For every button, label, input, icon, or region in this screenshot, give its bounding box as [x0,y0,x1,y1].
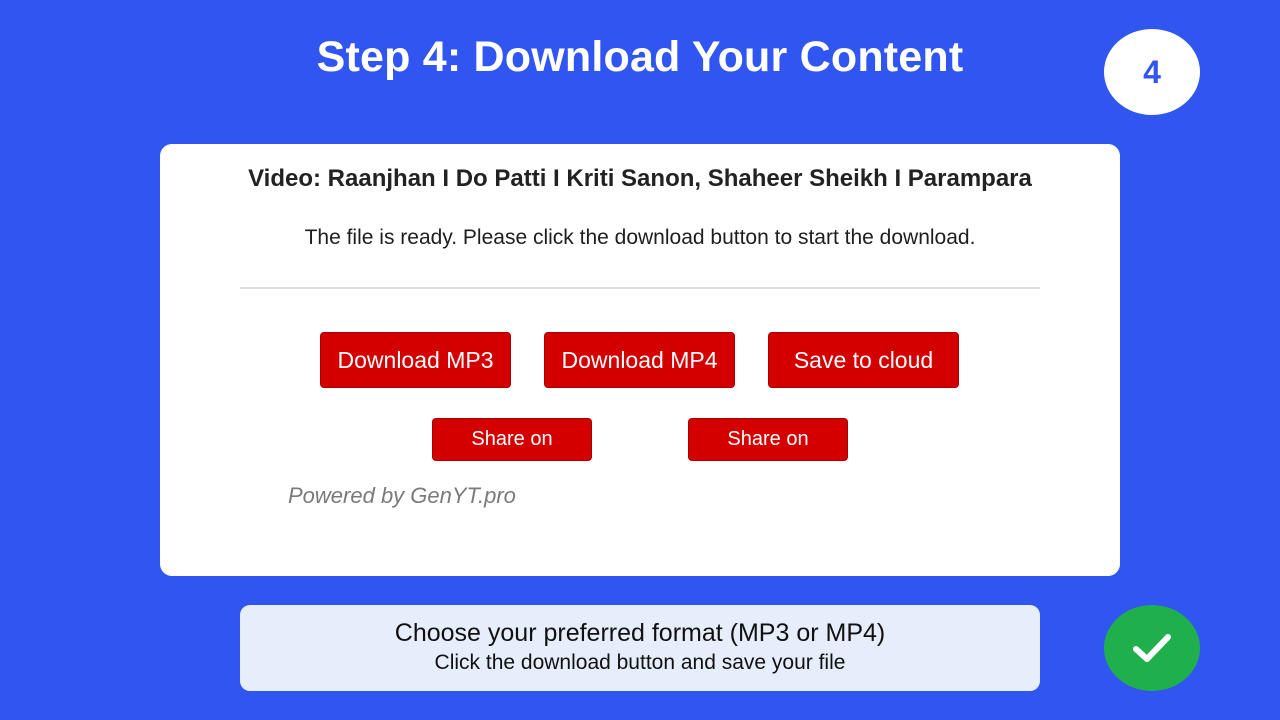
video-title: Video: Raanjhan I Do Patti I Kriti Sanon… [248,165,1032,192]
check-icon [1104,605,1200,691]
divider [240,287,1040,289]
page-title: Step 4: Download Your Content [316,33,964,81]
step-number-badge: 4 [1104,29,1200,115]
download-mp3-button[interactable]: Download MP3 [320,332,511,388]
step-number: 4 [1143,53,1161,90]
instruction-sub: Click the download button and save your … [434,651,846,674]
share-button-2[interactable]: Share on [688,418,848,461]
download-mp4-button[interactable]: Download MP4 [544,332,735,388]
powered-by-label: Powered by GenYT.pro [288,483,516,508]
share-button-1[interactable]: Share on [432,418,592,461]
ready-message: The file is ready. Please click the down… [304,226,976,249]
save-to-cloud-button[interactable]: Save to cloud [768,332,959,388]
download-card: Video: Raanjhan I Do Patti I Kriti Sanon… [160,144,1120,576]
instruction-main: Choose your preferred format (MP3 or MP4… [394,619,886,647]
instruction-box: Choose your preferred format (MP3 or MP4… [240,605,1040,691]
check-icon-glyph [1133,634,1171,662]
